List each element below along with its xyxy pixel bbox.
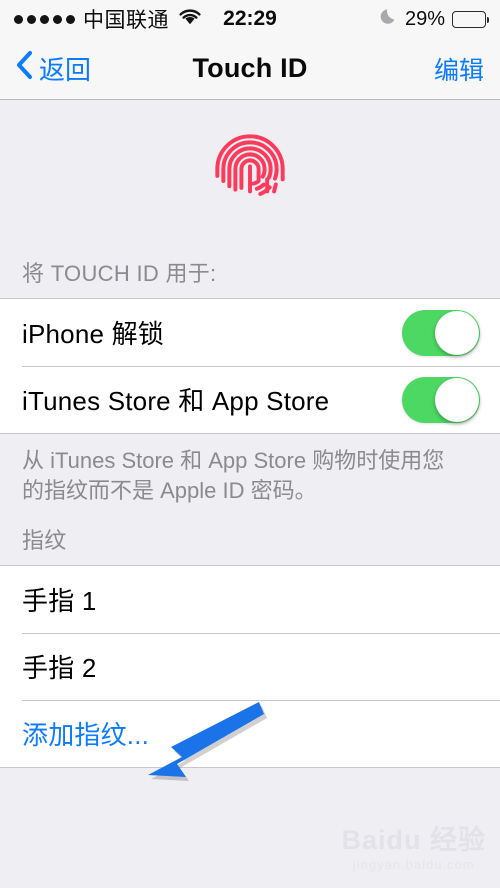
back-button-label: 返回 xyxy=(39,55,92,85)
usage-group: iPhone 解锁 iTunes Store 和 App Store xyxy=(0,298,500,434)
status-bar-right: 29% xyxy=(379,7,489,31)
touch-id-hero xyxy=(0,100,500,242)
moon-icon xyxy=(379,7,398,31)
settings-content: 将 TOUCH ID 用于: iPhone 解锁 iTunes Store 和 … xyxy=(0,100,500,888)
watermark-url: jingyan.baidu.com xyxy=(352,857,475,872)
row-label: iTunes Store 和 App Store xyxy=(22,386,330,416)
signal-strength-dots xyxy=(14,14,75,24)
row-label: iPhone 解锁 xyxy=(22,319,164,349)
battery-icon xyxy=(452,10,489,28)
chevron-left-icon xyxy=(16,50,33,87)
row-finger-2[interactable]: 手指 2 xyxy=(0,632,500,700)
navigation-bar: 返回 Touch ID 编辑 xyxy=(0,38,500,100)
row-itunes-app-store[interactable]: iTunes Store 和 App Store xyxy=(0,366,500,433)
toggle-itunes-app-store[interactable] xyxy=(402,376,480,423)
carrier-label: 中国联通 xyxy=(83,8,169,32)
status-bar-left: 中国联通 xyxy=(14,4,203,34)
row-label: 手指 1 xyxy=(22,585,97,616)
section-header-fingerprints: 指纹 xyxy=(22,527,67,553)
section-header-usage: 将 TOUCH ID 用于: xyxy=(22,261,217,286)
row-add-fingerprint[interactable]: 添加指纹... xyxy=(0,699,500,767)
row-label: 添加指纹... xyxy=(22,719,150,750)
watermark: Baidu 经验 jingyan.baidu.com xyxy=(341,825,486,873)
fingerprint-icon xyxy=(207,126,293,217)
row-label: 手指 2 xyxy=(22,652,97,683)
usage-footer-note: 从 iTunes Store 和 App Store 购物时使用您的指纹而不是 … xyxy=(22,448,445,504)
watermark-title: Baidu 经验 xyxy=(341,825,486,855)
back-button[interactable]: 返回 xyxy=(16,50,91,87)
battery-percentage: 29% xyxy=(404,7,445,30)
status-bar: 中国联通 22:29 29% xyxy=(0,0,500,38)
edit-button[interactable]: 编辑 xyxy=(434,51,484,87)
row-iphone-unlock[interactable]: iPhone 解锁 xyxy=(0,299,500,366)
fingerprints-group: 手指 1 手指 2 添加指纹... xyxy=(0,564,500,768)
row-finger-1[interactable]: 手指 1 xyxy=(0,566,500,633)
wifi-icon xyxy=(177,7,203,31)
toggle-iphone-unlock[interactable] xyxy=(402,309,480,356)
